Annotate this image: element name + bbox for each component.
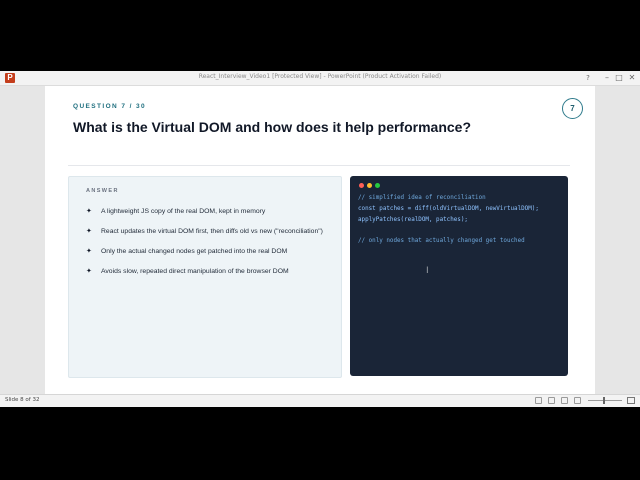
list-item: ✦ Only the actual changed nodes get patch… xyxy=(84,246,329,258)
answer-panel: ANSWER ✦ A lightweight JS copy of the rea… xyxy=(68,176,342,378)
code-panel: // simplified idea of reconciliation con… xyxy=(350,176,568,376)
zoom-slider[interactable] xyxy=(588,400,622,401)
bullet-text: Only the actual changed nodes get patche… xyxy=(101,248,288,255)
yellow-dot-icon xyxy=(367,183,372,188)
star-bullet-icon: ✦ xyxy=(86,227,92,235)
code-line: applyPatches(realDOM, patches); xyxy=(358,216,468,223)
slide-counter: Slide 8 of 32 xyxy=(5,397,40,403)
green-dot-icon xyxy=(375,183,380,188)
maximize-button[interactable]: □ xyxy=(613,72,625,84)
slide-canvas[interactable]: QUESTION 7 / 30 What is the Virtual DOM … xyxy=(45,86,595,396)
close-button[interactable]: ✕ xyxy=(626,72,638,84)
code-line: // simplified idea of reconciliation xyxy=(358,195,486,201)
list-item: ✦ React updates the virtual DOM first, th… xyxy=(84,226,329,238)
question-number-badge: 7 xyxy=(562,98,583,119)
text-cursor-icon: I xyxy=(426,266,429,276)
fit-to-window-icon[interactable] xyxy=(627,397,635,404)
star-bullet-icon: ✦ xyxy=(86,267,92,275)
zoom-slider-thumb[interactable] xyxy=(603,397,605,404)
slideshow-icon[interactable] xyxy=(574,397,581,404)
bullet-text: React updates the virtual DOM first, the… xyxy=(101,228,323,235)
answer-bullet-list: ✦ A lightweight JS copy of the real DOM, … xyxy=(84,206,329,286)
code-line: // only nodes that actually changed get … xyxy=(358,238,525,245)
list-item: ✦ A lightweight JS copy of the real DOM, … xyxy=(84,206,329,218)
status-bar: Slide 8 of 32 xyxy=(0,394,640,407)
code-block: // simplified idea of reconciliation con… xyxy=(358,193,539,247)
slide-sorter-icon[interactable] xyxy=(548,397,555,404)
reading-view-icon[interactable] xyxy=(561,397,568,404)
code-line: const patches = diff(oldVirtualDOM, newV… xyxy=(358,205,539,212)
answer-label: ANSWER xyxy=(86,188,119,194)
window-title-bar: P React_Interview_Video1 [Protected View… xyxy=(0,71,640,86)
red-dot-icon xyxy=(359,183,364,188)
divider xyxy=(68,165,570,166)
star-bullet-icon: ✦ xyxy=(86,247,92,255)
bullet-text: Avoids slow, repeated direct manipulatio… xyxy=(101,268,289,275)
list-item: ✦ Avoids slow, repeated direct manipulati… xyxy=(84,266,329,278)
help-icon[interactable]: ? xyxy=(582,72,594,84)
question-counter: QUESTION 7 / 30 xyxy=(73,103,147,110)
star-bullet-icon: ✦ xyxy=(86,207,92,215)
slide-title: What is the Virtual DOM and how does it … xyxy=(73,119,472,135)
bullet-text: A lightweight JS copy of the real DOM, k… xyxy=(101,208,266,215)
minimize-button[interactable]: – xyxy=(601,72,613,84)
normal-view-icon[interactable] xyxy=(535,397,542,404)
window-title: React_Interview_Video1 [Protected View] … xyxy=(198,73,442,80)
